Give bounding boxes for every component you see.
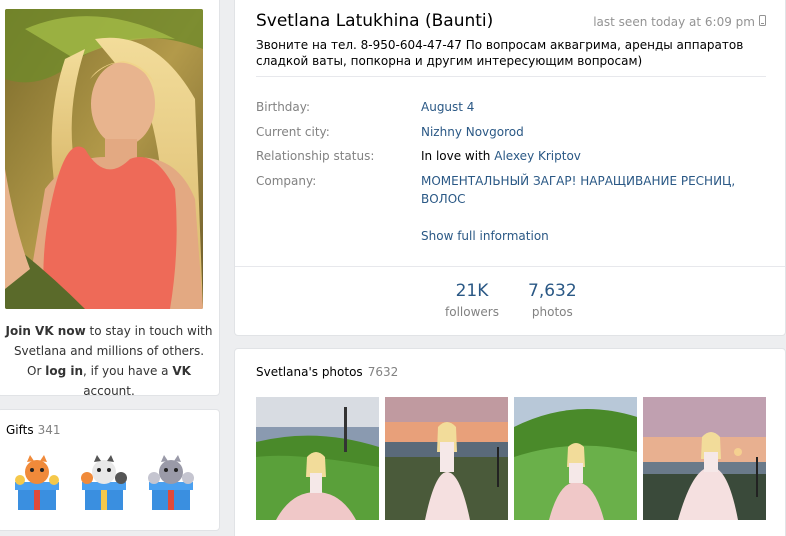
or-text: Or	[27, 364, 42, 378]
gift-item[interactable]	[142, 452, 200, 514]
followers-label: followers	[445, 305, 499, 319]
gift-item[interactable]	[75, 452, 133, 514]
last-seen-text: last seen today at 6:09 pm	[593, 15, 755, 29]
followers-count: 21K	[455, 281, 489, 301]
photos-header[interactable]: Svetlana's photos 7632	[256, 365, 398, 379]
company-label: Company:	[256, 174, 317, 188]
divider	[256, 76, 766, 77]
if-text: , if you have a	[83, 364, 169, 378]
gifts-title: Gifts	[6, 423, 34, 437]
city-label: Current city:	[256, 125, 330, 139]
photos-count-header: 7632	[367, 365, 399, 379]
birthday-link[interactable]: August 4	[421, 98, 751, 116]
photo-thumbnail[interactable]	[256, 397, 379, 520]
relationship-prefix: In love with	[421, 149, 491, 163]
account-text: account.	[83, 384, 135, 398]
info-row-relationship: Relationship status: In love with Alexey…	[256, 147, 751, 165]
photos-count: 7,632	[528, 281, 577, 301]
mobile-icon	[759, 15, 766, 29]
info-row-birthday: Birthday: August 4	[256, 98, 751, 116]
login-link[interactable]: log in	[45, 364, 83, 378]
company-link[interactable]: МОМЕНТАЛЬНЫЙ ЗАГАР! НАРАЩИВАНИЕ РЕСНИЦ, …	[421, 172, 751, 208]
gift-item[interactable]	[8, 452, 66, 514]
relationship-value: In love with Alexey Kriptov	[421, 147, 751, 165]
photos-title: Svetlana's photos	[256, 365, 363, 379]
join-vk-link[interactable]: Join VK now	[6, 324, 86, 338]
join-text-1: to stay in touch with	[89, 324, 213, 338]
photo-thumbnail[interactable]	[385, 397, 508, 520]
gifts-count: 341	[37, 423, 61, 437]
show-full-info-link[interactable]: Show full information	[421, 229, 549, 243]
gifts-header[interactable]: Gifts 341	[6, 423, 61, 437]
profile-name: Svetlana Latukhina (Baunti)	[256, 11, 494, 31]
info-row-company: Company: МОМЕНТАЛЬНЫЙ ЗАГАР! НАРАЩИВАНИЕ…	[256, 172, 751, 208]
last-seen-status: last seen today at 6:09 pm	[593, 15, 766, 29]
profile-avatar-photo[interactable]	[5, 9, 203, 309]
photo-thumbnail[interactable]	[514, 397, 637, 520]
photos-counter[interactable]: 7,632 photos	[528, 281, 577, 319]
info-row-city: Current city: Nizhny Novgorod	[256, 123, 751, 141]
photo-thumbnail[interactable]	[643, 397, 766, 520]
profile-info-card: Svetlana Latukhina (Baunti) last seen to…	[234, 0, 786, 336]
join-text-2: Svetlana and millions of others.	[13, 344, 205, 358]
vk-text: VK	[172, 364, 191, 378]
join-prompt: Join VK now to stay in touch with Svetla…	[4, 321, 214, 401]
photos-label: photos	[531, 305, 573, 319]
city-link[interactable]: Nizhny Novgorod	[421, 123, 751, 141]
birthday-label: Birthday:	[256, 100, 311, 114]
followers-counter[interactable]: 21K followers	[445, 281, 499, 319]
photos-card: Svetlana's photos 7632	[234, 348, 786, 536]
gifts-card: Gifts 341	[0, 409, 220, 531]
partner-link[interactable]: Alexey Kriptov	[494, 149, 581, 163]
avatar-card: Join VK now to stay in touch with Svetla…	[0, 0, 220, 398]
profile-status-text: Звоните на тел. 8-950-604-47-47 По вопро…	[256, 38, 744, 68]
divider	[235, 266, 785, 267]
relationship-label: Relationship status:	[256, 149, 375, 163]
